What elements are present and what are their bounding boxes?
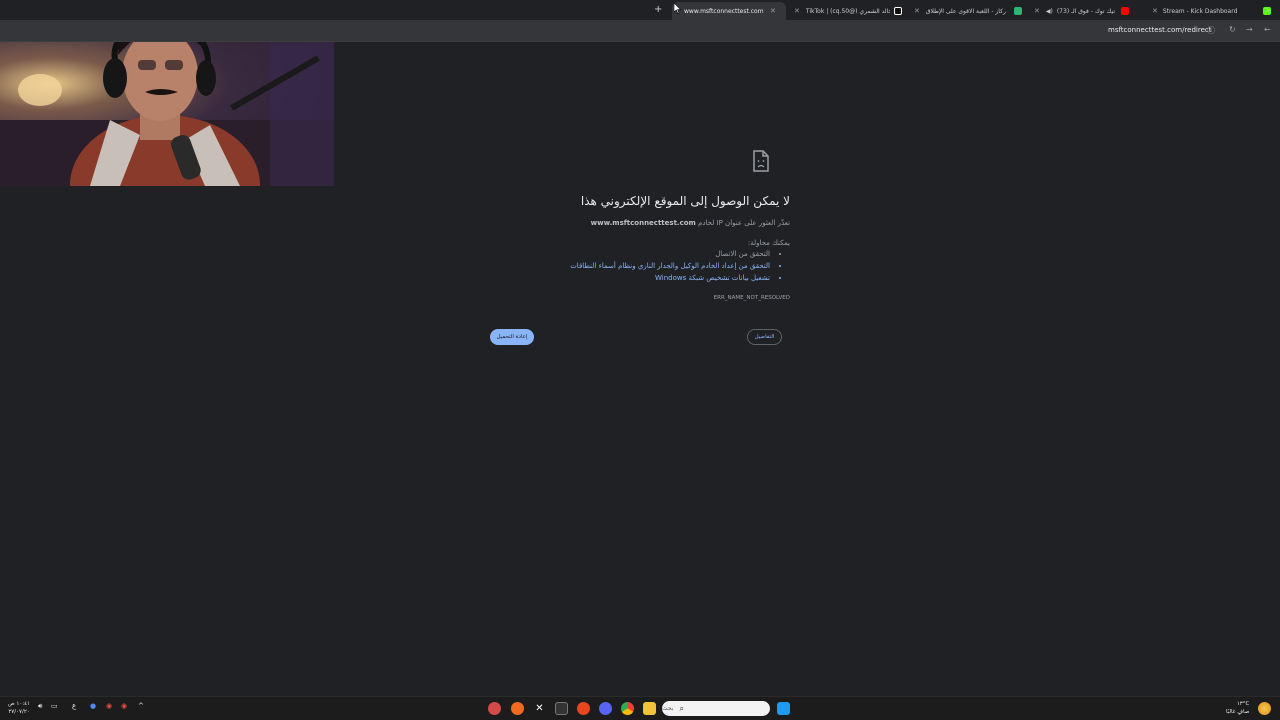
sad-page-icon xyxy=(753,150,769,172)
tab-title: (73) اغاني تيك توك - فوق الـ xyxy=(1056,7,1117,15)
forward-icon[interactable]: → xyxy=(1246,25,1253,34)
tab-title: Stream - Kick Dashboard xyxy=(1162,7,1238,15)
close-icon[interactable]: ✕ xyxy=(914,7,920,15)
error-host: www.msftconnecttest.com xyxy=(590,219,696,227)
clock[interactable]: ١٠:٤١ ص ٢٧/٠٧/٢٠ xyxy=(8,700,30,716)
tab-title: ركاز - اللعبة الاقوى على الإطلاق xyxy=(925,7,1006,15)
clock-time: ١٠:٤١ ص xyxy=(8,701,31,707)
tab-youtube[interactable]: ✕ ◀) (73) اغاني تيك توك - فوق الـ xyxy=(1030,2,1140,20)
search-icon: ⌕ xyxy=(679,703,684,713)
audio-icon: ◀) xyxy=(1045,7,1053,15)
terminal-icon[interactable] xyxy=(555,702,568,715)
network-icon[interactable]: ▭ xyxy=(51,702,58,710)
reload-icon[interactable]: ↻ xyxy=(1229,25,1236,34)
tab-title: www.msftconnecttest.com xyxy=(684,7,764,15)
new-tab-button[interactable]: + xyxy=(654,4,662,15)
close-icon[interactable]: ✕ xyxy=(794,7,800,15)
volume-icon[interactable]: 🔊︎ xyxy=(38,702,42,711)
browser-toolbar: msftconnecttest.com/redirect ⓘ ↻ → ← xyxy=(0,20,1280,42)
search-box[interactable]: ⌕ بحث xyxy=(662,701,770,716)
discord-icon[interactable] xyxy=(599,702,612,715)
details-button[interactable]: التفاصيل xyxy=(747,329,782,345)
tab-msftconnecttest[interactable]: ✕ www.msftconnecttest.com xyxy=(672,2,786,20)
suggestion-run-diagnostics-link[interactable]: تشغيل بيانات تشخيص شبكة Windows xyxy=(570,274,770,283)
record-icon[interactable]: ◉ xyxy=(121,702,127,710)
mouse-cursor-icon xyxy=(674,3,682,14)
close-icon[interactable]: ✕ xyxy=(770,7,776,15)
tiktok-icon xyxy=(893,7,902,15)
brave-icon[interactable] xyxy=(577,702,590,715)
file-explorer-icon[interactable] xyxy=(643,702,656,715)
back-icon[interactable]: ← xyxy=(1264,25,1271,34)
rakaz-icon xyxy=(1013,7,1022,15)
chevron-up-icon[interactable]: ^ xyxy=(138,702,144,710)
tab-search-icon[interactable]: ⌄ xyxy=(1265,4,1272,13)
tab-tiktok[interactable]: ✕ TikTok | (cq.50@) خالد الشمري xyxy=(790,2,902,20)
weather-sun-icon xyxy=(1258,702,1271,715)
site-info-icon[interactable]: ⓘ xyxy=(1207,25,1215,36)
tab-kick-dashboard[interactable]: ✕ Stream - Kick Dashboard xyxy=(1148,2,1272,20)
youtube-icon xyxy=(1120,7,1129,15)
app-icon-2[interactable] xyxy=(511,702,524,715)
tab-rakaz[interactable]: ✕ ركاز - اللعبة الاقوى على الإطلاق xyxy=(910,2,1022,20)
suggestion-check-connection: التحقق من الاتصال xyxy=(570,250,770,259)
close-icon[interactable]: ✕ xyxy=(1034,7,1040,15)
weather-desc: صافٍ غالبًا xyxy=(1226,709,1250,715)
obs-icon[interactable]: ◉ xyxy=(106,702,112,710)
taskbar: ١٠:٤١ ص ٢٧/٠٧/٢٠ 🔊︎ ▭ ع ● ◉ ◉ ^ ✕ ⌕ بحث … xyxy=(0,696,1280,720)
capcut-icon[interactable]: ✕ xyxy=(533,702,546,715)
error-code: ERR_NAME_NOT_RESOLVED xyxy=(713,295,790,301)
weather-temp: ١٣°C xyxy=(1236,701,1250,707)
app-icon-1[interactable] xyxy=(488,702,501,715)
error-subtitle-prefix: تعذّر العثور على عنوان IP لخادم xyxy=(698,219,790,227)
reload-button[interactable]: إعادة التحميل xyxy=(490,329,534,345)
address-bar[interactable]: msftconnecttest.com/redirect xyxy=(1108,26,1211,34)
language-indicator[interactable]: ع xyxy=(72,702,76,710)
search-placeholder: بحث xyxy=(662,705,674,712)
windows-start-icon[interactable] xyxy=(777,702,790,715)
close-icon[interactable]: ✕ xyxy=(1152,7,1158,15)
chrome-icon[interactable] xyxy=(621,702,634,715)
weather-widget[interactable]: ١٣°C صافٍ غالبًا xyxy=(1226,700,1249,716)
tab-strip: ✕ Stream - Kick Dashboard ✕ ◀) (73) اغان… xyxy=(0,0,1280,20)
error-title: لا يمكن الوصول إلى الموقع الإلكتروني هذا xyxy=(580,194,790,208)
clock-date: ٢٧/٠٧/٢٠ xyxy=(8,709,30,715)
suggestion-check-proxy-link[interactable]: التحقق من إعداد الخادم الوكيل والجدار ال… xyxy=(570,262,770,271)
suggestions-list: التحقق من الاتصال التحقق من إعداد الخادم… xyxy=(570,250,780,286)
microphone-icon[interactable]: ● xyxy=(90,702,96,710)
error-subtitle: تعذّر العثور على عنوان IP لخادم www.msft… xyxy=(591,219,790,227)
tab-title: TikTok | (cq.50@) خالد الشمري xyxy=(805,7,890,15)
try-label: يمكنك محاولة: xyxy=(747,239,790,247)
